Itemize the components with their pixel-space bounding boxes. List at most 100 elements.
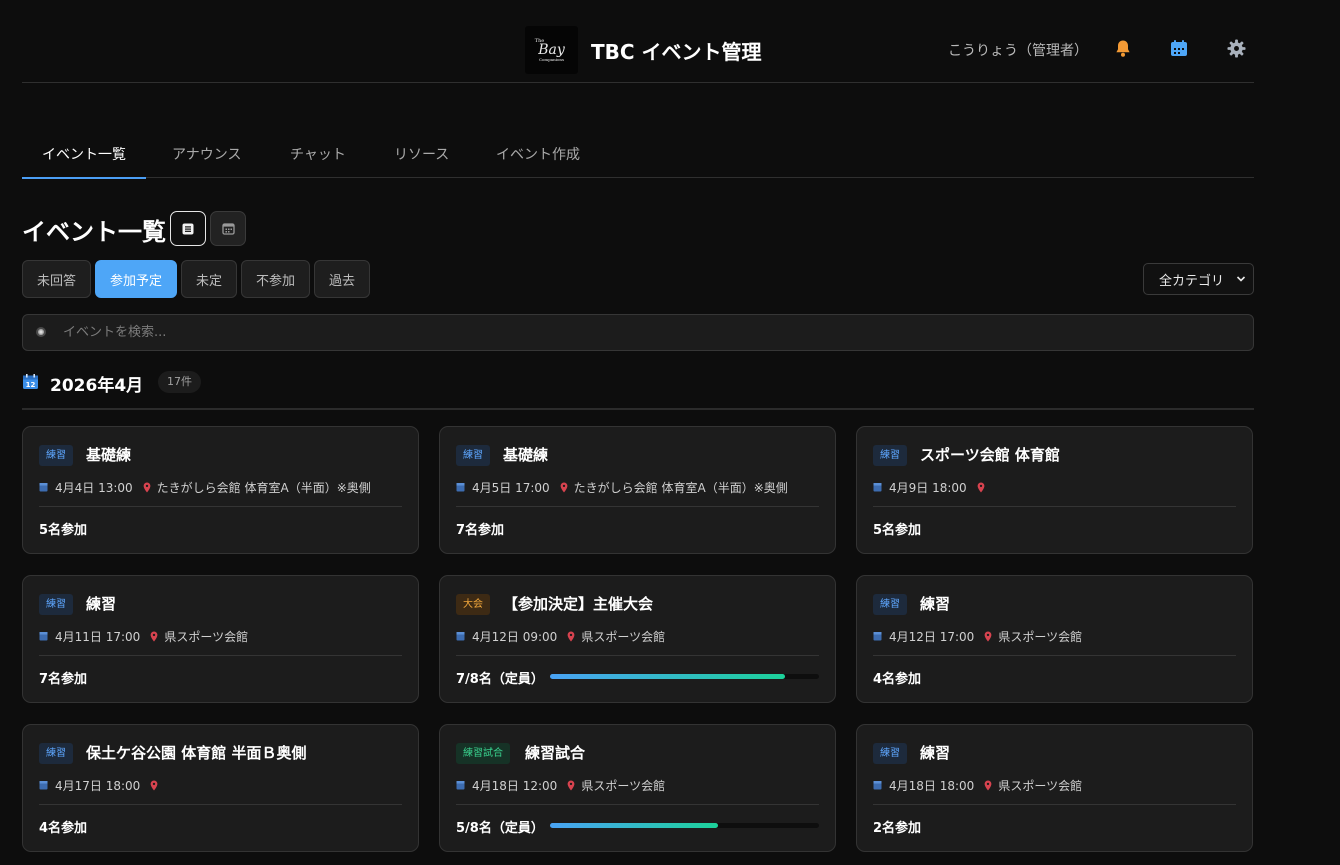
card-divider bbox=[39, 804, 402, 805]
participant-count: 5名参加 bbox=[873, 523, 922, 538]
calendar-icon bbox=[873, 631, 882, 641]
category-badge: 練習試合 bbox=[456, 743, 510, 764]
card-divider bbox=[873, 804, 1236, 805]
event-meta: 4月9日 18:00 bbox=[873, 479, 991, 495]
event-card[interactable]: 練習 練習 4月11日 17:00 県スポーツ会館 7名参加 bbox=[22, 575, 419, 703]
event-datetime: 4月5日 17:00 bbox=[472, 480, 550, 495]
event-meta: 4月5日 17:00 たきがしら会館 体育室A（半面）※奥側 bbox=[456, 479, 788, 495]
capacity-progress-bar bbox=[550, 823, 819, 828]
card-divider bbox=[456, 655, 819, 656]
event-location: 県スポーツ会館 bbox=[998, 778, 1083, 793]
event-location: 県スポーツ会館 bbox=[998, 629, 1083, 644]
participant-count: 2名参加 bbox=[873, 821, 922, 836]
card-divider bbox=[39, 655, 402, 656]
event-location: たきがしら会館 体育室A（半面）※奥側 bbox=[156, 480, 371, 495]
capacity-count: 7/8名（定員） bbox=[456, 672, 544, 687]
nav-tabs: イベント一覧 アナウンス チャット リソース イベント作成 bbox=[22, 128, 1254, 179]
event-card[interactable]: 大会 【参加決定】主催大会 4月12日 09:00 県スポーツ会館 7/8名（定… bbox=[439, 575, 836, 703]
capacity-progress-fill bbox=[550, 823, 719, 828]
event-location: たきがしら会館 体育室A（半面）※奥側 bbox=[573, 480, 788, 495]
category-badge: 練習 bbox=[39, 594, 73, 615]
user-name[interactable]: こうりょう（管理者） bbox=[948, 40, 1088, 60]
event-meta: 4月17日 18:00 bbox=[39, 777, 164, 793]
location-pin-icon bbox=[984, 780, 992, 791]
event-datetime: 4月18日 18:00 bbox=[889, 778, 975, 793]
search-icon bbox=[36, 327, 46, 337]
svg-text:12: 12 bbox=[26, 381, 36, 389]
event-meta: 4月18日 12:00 県スポーツ会館 bbox=[456, 777, 665, 793]
event-title: 保土ケ谷公園 体育館 半面Ｂ奥側 bbox=[86, 744, 307, 762]
calendar-icon bbox=[873, 780, 882, 790]
event-datetime: 4月4日 13:00 bbox=[55, 480, 133, 495]
event-card[interactable]: 練習 基礎練 4月4日 13:00 たきがしら会館 体育室A（半面）※奥側 5名… bbox=[22, 426, 419, 554]
category-select[interactable]: 全カテゴリ bbox=[1143, 263, 1254, 295]
category-select-value: 全カテゴリ bbox=[1159, 273, 1225, 289]
tab-create-event[interactable]: イベント作成 bbox=[496, 128, 580, 178]
calendar-icon[interactable] bbox=[1168, 37, 1190, 59]
filter-past[interactable]: 過去 bbox=[314, 260, 370, 298]
event-location: 県スポーツ会館 bbox=[164, 629, 249, 644]
location-pin-icon bbox=[150, 631, 158, 642]
calendar-icon bbox=[221, 223, 235, 235]
event-meta: 4月4日 13:00 たきがしら会館 体育室A（半面）※奥側 bbox=[39, 479, 371, 495]
logo-line-2: Bay bbox=[538, 41, 565, 58]
card-divider bbox=[456, 804, 819, 805]
event-card[interactable]: 練習 練習 4月12日 17:00 県スポーツ会館 4名参加 bbox=[856, 575, 1253, 703]
calendar-icon bbox=[456, 482, 465, 492]
month-count-badge: 17件 bbox=[158, 371, 201, 393]
tab-event-list[interactable]: イベント一覧 bbox=[22, 128, 146, 179]
location-pin-icon bbox=[567, 780, 575, 791]
category-badge: 練習 bbox=[39, 743, 73, 764]
list-view-button[interactable] bbox=[170, 211, 206, 246]
event-meta: 4月11日 17:00 県スポーツ会館 bbox=[39, 628, 248, 644]
main-container: The Bay Companions TBC イベント管理 こうりょう（管理者） bbox=[22, 0, 1254, 852]
event-title: 練習 bbox=[920, 744, 951, 762]
event-location: 県スポーツ会館 bbox=[581, 778, 666, 793]
bell-icon[interactable] bbox=[1112, 37, 1134, 59]
brand-logo[interactable]: The Bay Companions bbox=[525, 26, 578, 74]
event-card[interactable]: 練習 スポーツ会館 体育館 4月9日 18:00 5名参加 bbox=[856, 426, 1253, 554]
category-badge: 練習 bbox=[873, 743, 907, 764]
category-badge: 練習 bbox=[873, 445, 907, 466]
card-divider bbox=[456, 506, 819, 507]
event-card[interactable]: 練習試合 練習試合 4月18日 12:00 県スポーツ会館 5/8名（定員） bbox=[439, 724, 836, 852]
filter-not-attending[interactable]: 不参加 bbox=[241, 260, 310, 298]
filter-attending[interactable]: 参加予定 bbox=[95, 260, 177, 298]
calendar-icon: 12 bbox=[23, 374, 38, 389]
calendar-icon bbox=[39, 631, 48, 641]
event-title: 練習試合 bbox=[525, 744, 586, 762]
participant-count: 4名参加 bbox=[873, 672, 922, 687]
calendar-icon bbox=[39, 482, 48, 492]
event-title: 練習 bbox=[920, 595, 951, 613]
card-divider bbox=[39, 506, 402, 507]
filter-undecided[interactable]: 未定 bbox=[181, 260, 237, 298]
chevron-down-icon bbox=[1236, 276, 1246, 282]
event-card[interactable]: 練習 練習 4月18日 18:00 県スポーツ会館 2名参加 bbox=[856, 724, 1253, 852]
calendar-view-button[interactable] bbox=[210, 211, 246, 246]
tab-resources[interactable]: リソース bbox=[394, 128, 449, 178]
filter-unanswered[interactable]: 未回答 bbox=[22, 260, 91, 298]
search-bar bbox=[22, 314, 1254, 351]
category-badge: 練習 bbox=[873, 594, 907, 615]
calendar-icon bbox=[456, 780, 465, 790]
participant-count: 4名参加 bbox=[39, 821, 88, 836]
capacity-count: 5/8名（定員） bbox=[456, 821, 544, 836]
event-title: 基礎練 bbox=[503, 446, 549, 464]
tab-announce[interactable]: アナウンス bbox=[172, 128, 241, 178]
gear-icon[interactable] bbox=[1225, 37, 1247, 59]
event-meta: 4月18日 18:00 県スポーツ会館 bbox=[873, 777, 1082, 793]
event-card[interactable]: 練習 保土ケ谷公園 体育館 半面Ｂ奥側 4月17日 18:00 4名参加 bbox=[22, 724, 419, 852]
event-meta: 4月12日 17:00 県スポーツ会館 bbox=[873, 628, 1082, 644]
calendar-icon bbox=[456, 631, 465, 641]
tab-chat[interactable]: チャット bbox=[290, 128, 346, 178]
event-meta: 4月12日 09:00 県スポーツ会館 bbox=[456, 628, 665, 644]
event-title: 基礎練 bbox=[86, 446, 132, 464]
event-title: 練習 bbox=[86, 595, 117, 613]
search-input[interactable] bbox=[63, 315, 1243, 350]
event-datetime: 4月12日 09:00 bbox=[472, 629, 558, 644]
category-badge: 大会 bbox=[456, 594, 490, 615]
location-pin-icon bbox=[143, 482, 151, 493]
capacity-progress-fill bbox=[550, 674, 786, 679]
app-title: TBC イベント管理 bbox=[591, 40, 762, 64]
event-card[interactable]: 練習 基礎練 4月5日 17:00 たきがしら会館 体育室A（半面）※奥側 7名… bbox=[439, 426, 836, 554]
